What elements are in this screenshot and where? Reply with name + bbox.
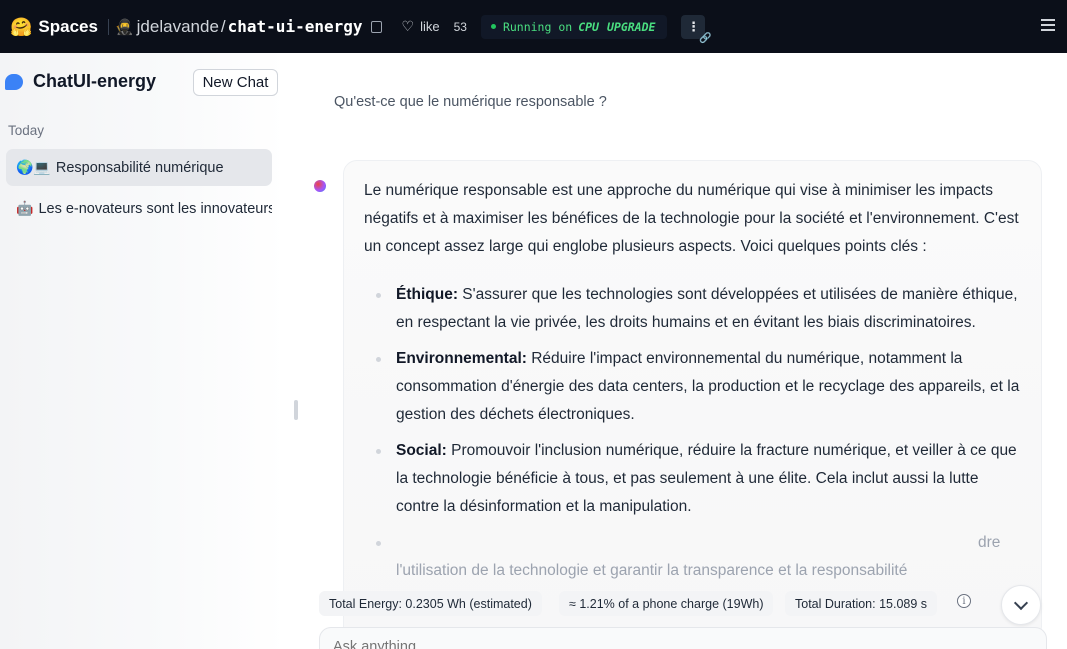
heart-icon: ♡ xyxy=(401,18,415,34)
divider xyxy=(107,18,109,35)
brand-name: ChatUI-energy xyxy=(33,71,157,91)
hugging-face-logo-icon[interactable]: 🤗 xyxy=(10,18,32,36)
point-term: Environnemental: xyxy=(396,350,527,367)
conversation-item-active[interactable]: 🌍💻 Responsabilité numérique xyxy=(6,149,272,186)
partial-line-end: dre xyxy=(978,534,1001,551)
partial-line: l'utilisation de la technologie et garan… xyxy=(396,562,908,579)
total-duration-badge: Total Duration: 15.089 s xyxy=(785,591,938,616)
list-item-partial: dre l'utilisation de la technologie et ga… xyxy=(364,529,1021,585)
kebab-icon: ⋮ xyxy=(686,18,700,34)
user-message: Qu'est-ce que le numérique responsable ? xyxy=(334,94,607,110)
path-separator: / xyxy=(220,16,226,36)
conversation-title: Les e-novateurs sont les innovateurs xyxy=(38,200,272,217)
conversation-item[interactable]: 🤖 Les e-novateurs sont les innovateurs xyxy=(6,190,272,227)
owner-link[interactable]: jdelavande xyxy=(137,17,219,37)
point-text: Promouvoir l'inclusion numérique, réduir… xyxy=(396,442,1017,515)
spaces-link[interactable]: Spaces xyxy=(38,17,98,37)
conversation-emoji: 🤖 xyxy=(16,200,34,216)
hardware-label: CPU xyxy=(578,19,599,34)
answer-intro: Le numérique responsable est une approch… xyxy=(364,182,1019,255)
owner-avatar-icon: 🥷 xyxy=(114,18,134,36)
assistant-message: Le numérique responsable est une approch… xyxy=(343,160,1042,640)
sidebar-resize-handle[interactable] xyxy=(294,400,298,420)
status-dot-icon xyxy=(490,24,496,29)
info-icon[interactable]: i xyxy=(957,594,971,608)
section-label-today: Today xyxy=(8,123,45,138)
new-chat-button[interactable]: New Chat xyxy=(193,69,278,96)
point-text: S'assurer que les technologies sont déve… xyxy=(396,286,1018,331)
like-label: like xyxy=(420,19,440,34)
assistant-avatar-icon xyxy=(314,180,326,192)
phone-charge-badge: ≈ 1.21% of a phone charge (19Wh) xyxy=(559,591,774,616)
top-bar: 🤗 Spaces 🥷 jdelavande / chat-ui-energy ♡… xyxy=(0,0,1067,53)
brand[interactable]: ChatUI-energy xyxy=(5,71,156,92)
chat-bubble-icon xyxy=(5,73,23,90)
upgrade-link[interactable]: UPGRADE xyxy=(607,20,655,34)
list-item: Éthique: S'assurer que les technologies … xyxy=(364,281,1021,337)
conversation-title: Responsabilité numérique xyxy=(55,159,224,176)
hamburger-menu-icon[interactable] xyxy=(1041,19,1055,31)
scroll-to-bottom-button[interactable] xyxy=(1001,585,1041,625)
status-label: Running on xyxy=(502,19,573,34)
total-energy-badge: Total Energy: 0.2305 Wh (estimated) xyxy=(319,591,542,616)
list-item: Social: Promouvoir l'inclusion numérique… xyxy=(364,437,1021,521)
point-term: Social: xyxy=(396,442,447,459)
chevron-down-icon xyxy=(1013,595,1029,610)
running-status-badge[interactable]: Running on CPU UPGRADE xyxy=(480,14,668,39)
copy-icon[interactable] xyxy=(370,20,382,33)
answer-list: Éthique: S'assurer que les technologies … xyxy=(364,281,1021,585)
point-term: Éthique: xyxy=(396,286,458,303)
list-item: Environnemental: Réduire l'impact enviro… xyxy=(364,345,1021,429)
link-icon: 🔗 xyxy=(698,32,712,44)
like-count[interactable]: 53 xyxy=(454,20,467,34)
repo-name-link[interactable]: chat-ui-energy xyxy=(228,17,363,36)
like-button[interactable]: ♡ like 53 xyxy=(402,18,467,35)
conversation-emoji: 🌍💻 xyxy=(16,159,51,175)
chat-input[interactable] xyxy=(319,627,1047,649)
sidebar: ChatUI-energy New Chat Today 🌍💻 Responsa… xyxy=(0,53,285,649)
more-options-button[interactable]: ⋮ 🔗 xyxy=(681,14,711,44)
